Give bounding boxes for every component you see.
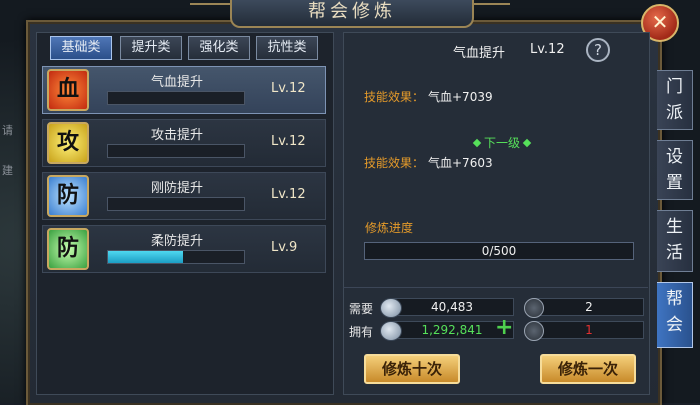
add-silver-button[interactable]: +: [495, 317, 513, 339]
hp-skill-icon: 血: [47, 69, 89, 111]
side-tab-settings[interactable]: 设 置: [657, 140, 693, 200]
training-progress-bar: 0/500: [364, 242, 634, 260]
skill-name: 刚防提升: [150, 181, 203, 196]
diamond-icon: [522, 138, 532, 148]
skill-row-hard-defense[interactable]: 防 刚防提升 Lv.12: [42, 172, 326, 220]
train-ten-button[interactable]: 修炼十次: [364, 354, 460, 384]
next-effect-label: 技能效果：: [364, 156, 425, 170]
detail-skill-level: Lv.12: [530, 42, 565, 57]
side-tab-char: 置: [666, 173, 683, 193]
skill-name: 攻击提升: [150, 128, 203, 143]
skill-progress-bar: [107, 144, 245, 158]
train-once-button[interactable]: 修炼一次: [540, 354, 636, 384]
side-tab-char: 派: [666, 103, 683, 123]
side-tab-life[interactable]: 生 活: [657, 210, 693, 272]
defense-skill-icon: 防: [47, 175, 89, 217]
skill-progress-bar: [107, 250, 245, 264]
need-item-value: 2: [534, 298, 644, 316]
skill-level: Lv.12: [271, 187, 306, 202]
side-tab-char: 生: [666, 217, 683, 237]
window-title: 帮会修炼: [230, 0, 474, 28]
next-level-label: 下一级: [484, 136, 521, 150]
detail-skill-name: 气血提升: [453, 46, 506, 61]
have-label: 拥有: [349, 325, 374, 339]
silver-coin-icon: [380, 321, 402, 341]
skill-row-attack[interactable]: 攻 攻击提升 Lv.12: [42, 119, 326, 167]
soft-defense-skill-icon: 防: [47, 228, 89, 270]
tab-resistance[interactable]: 抗性类: [256, 36, 318, 60]
skill-progress-bar: [107, 91, 245, 105]
attack-skill-icon: 攻: [47, 122, 89, 164]
skill-level: Lv.12: [271, 81, 306, 96]
side-tab-guild[interactable]: 帮 会: [657, 282, 693, 348]
training-item-icon: [524, 298, 544, 318]
tab-basic[interactable]: 基础类: [50, 36, 112, 60]
need-label: 需要: [349, 302, 374, 316]
have-item-value: 1: [534, 321, 644, 339]
skill-row-soft-defense[interactable]: 防 柔防提升 Lv.9: [42, 225, 326, 273]
background-text: 建: [2, 164, 13, 177]
background-text: 请: [2, 124, 13, 137]
tab-strengthen[interactable]: 强化类: [188, 36, 250, 60]
help-icon[interactable]: ?: [586, 38, 610, 62]
skill-name: 柔防提升: [150, 234, 203, 249]
skill-progress-fill: [108, 251, 183, 263]
skill-row-hp[interactable]: 血 气血提升 Lv.12: [42, 66, 326, 114]
training-item-icon: [524, 321, 544, 341]
tab-enhance-boost[interactable]: 提升类: [120, 36, 182, 60]
side-tab-char: 门: [666, 77, 683, 97]
divider: [343, 287, 648, 288]
side-tab-char: 设: [666, 147, 683, 167]
skill-name: 气血提升: [150, 75, 203, 90]
effect-current-value: 气血+7039: [428, 90, 493, 104]
side-tab-sect[interactable]: 门 派: [657, 70, 693, 130]
diamond-icon: [472, 138, 482, 148]
effect-label: 技能效果：: [364, 90, 425, 104]
progress-label: 修炼进度: [365, 221, 414, 235]
silver-coin-icon: [380, 298, 402, 318]
title-ornament: [190, 3, 230, 19]
next-level-heading: 下一级: [470, 134, 534, 151]
need-silver-value: 40,483: [390, 298, 514, 316]
side-tab-char: 活: [666, 243, 683, 263]
side-tab-char: 会: [666, 315, 683, 335]
effect-next-value: 气血+7603: [428, 156, 493, 170]
title-ornament: [470, 3, 510, 19]
skill-level: Lv.9: [271, 240, 298, 255]
side-tab-char: 帮: [666, 289, 683, 309]
skill-progress-bar: [107, 197, 245, 211]
skill-level: Lv.12: [271, 134, 306, 149]
